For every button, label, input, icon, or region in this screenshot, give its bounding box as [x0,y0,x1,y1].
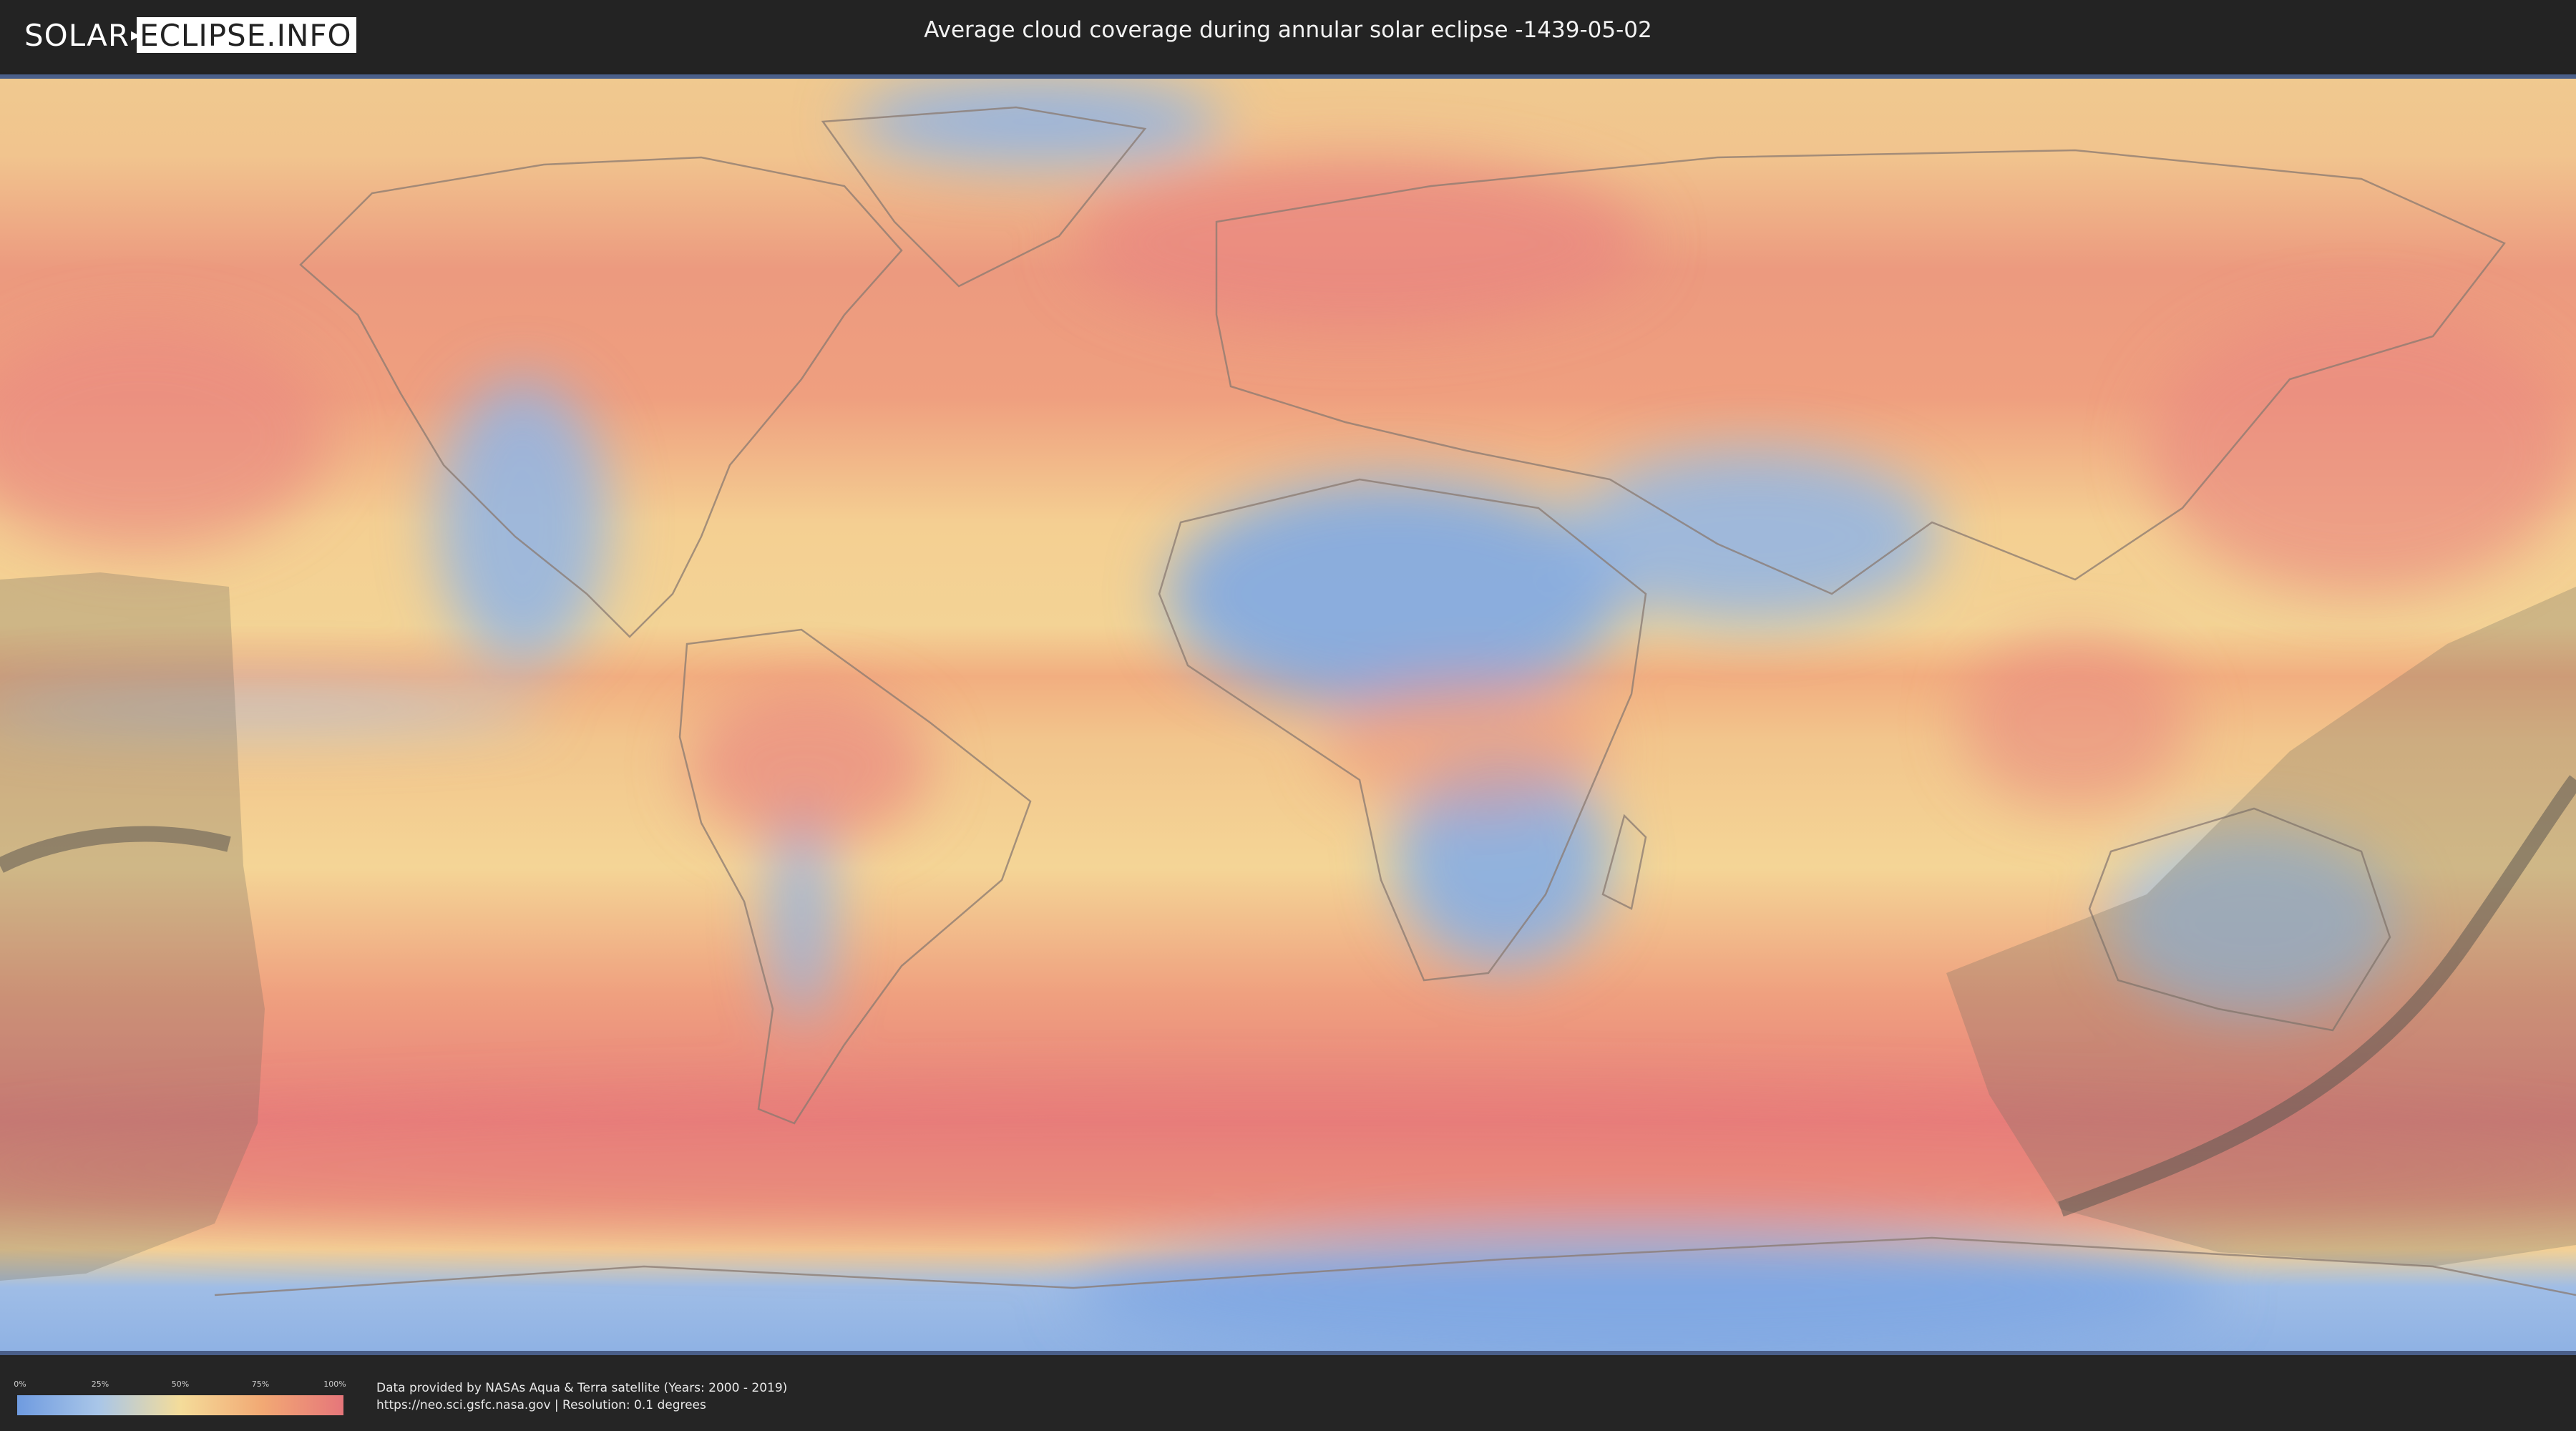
legend-tick-100: 100% [323,1379,346,1389]
legend-tick-50: 50% [171,1379,190,1389]
logo-arrow-icon: ▸ [131,24,142,46]
data-url-line: https://neo.sci.gsfc.nasa.gov | Resoluti… [376,1398,706,1412]
legend-ticks: 0% 25% 50% 75% 100% [14,1378,346,1392]
footer-bar: 0% 25% 50% 75% 100% Data provided by NAS… [0,1357,2576,1431]
data-source-note: Data provided by NASAs Aqua & Terra sate… [376,1379,787,1414]
legend-tick-0: 0% [14,1379,26,1389]
page-title: Average cloud coverage during annular so… [924,17,1652,43]
legend-tick-75: 75% [251,1379,270,1389]
cloud-coverage-map [0,74,2576,1355]
data-source-line: Data provided by NASAs Aqua & Terra sate… [376,1381,788,1395]
legend-color-bar [17,1395,343,1415]
cloud-coverage-legend: 0% 25% 50% 75% 100% [14,1378,346,1415]
eclipse-region-west [0,572,265,1281]
legend-tick-25: 25% [91,1379,109,1389]
map-canvas [0,79,2576,1351]
header-bar: SOLAR ▸ ECLIPSE.INFO Average cloud cover… [0,0,2576,72]
